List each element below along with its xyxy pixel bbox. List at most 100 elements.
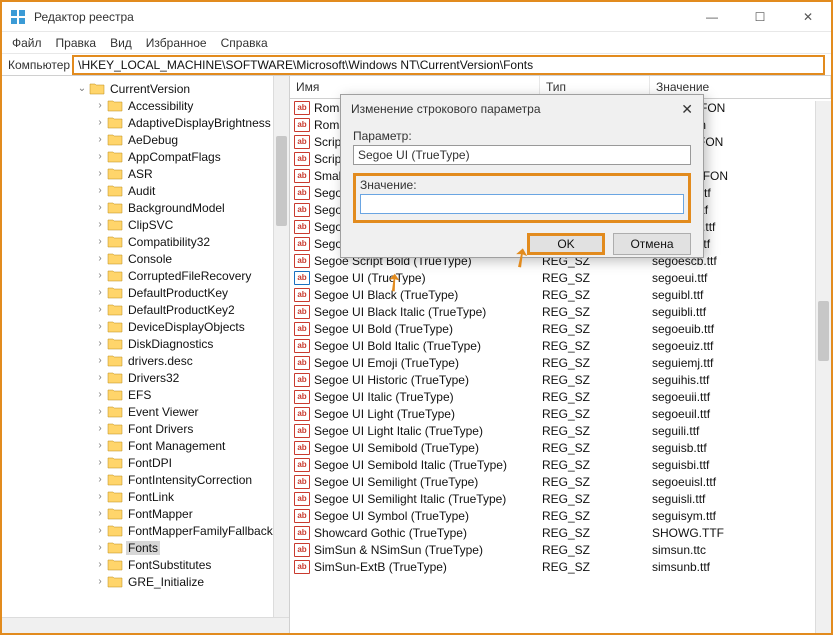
tree-item[interactable]: ›DefaultProductKey xyxy=(2,284,289,301)
tree-item[interactable]: ›AdaptiveDisplayBrightness xyxy=(2,114,289,131)
expand-icon[interactable]: › xyxy=(94,525,106,536)
expand-icon[interactable]: › xyxy=(94,559,106,570)
list-row[interactable]: abSegoe UI Emoji (TrueType)REG_SZseguiem… xyxy=(290,354,831,371)
tree-item[interactable]: ›Accessibility xyxy=(2,97,289,114)
list-row[interactable]: abShowcard Gothic (TrueType)REG_SZSHOWG.… xyxy=(290,524,831,541)
list-row[interactable]: abSegoe UI Light Italic (TrueType)REG_SZ… xyxy=(290,422,831,439)
list-row[interactable]: abSegoe UI Symbol (TrueType)REG_SZseguis… xyxy=(290,507,831,524)
expand-icon[interactable]: › xyxy=(94,219,106,230)
list-row[interactable]: abSegoe UI Bold Italic (TrueType)REG_SZs… xyxy=(290,337,831,354)
tree-item[interactable]: ›Font Drivers xyxy=(2,420,289,437)
list-row[interactable]: abSegoe UI Historic (TrueType)REG_SZsegu… xyxy=(290,371,831,388)
expand-icon[interactable]: › xyxy=(94,287,106,298)
expand-icon[interactable]: › xyxy=(94,372,106,383)
expand-icon[interactable]: › xyxy=(94,576,106,587)
tree-item[interactable]: ›Font Management xyxy=(2,437,289,454)
list-row[interactable]: abSegoe UI Italic (TrueType)REG_SZsegoeu… xyxy=(290,388,831,405)
row-name: Segoe UI (TrueType) xyxy=(314,271,542,285)
tree-item[interactable]: ›DiskDiagnostics xyxy=(2,335,289,352)
expand-icon[interactable]: › xyxy=(94,168,106,179)
cancel-button[interactable]: Отмена xyxy=(613,233,691,255)
tree-item[interactable]: ›FontIntensityCorrection xyxy=(2,471,289,488)
close-button[interactable]: ✕ xyxy=(793,10,823,24)
list-row[interactable]: abSegoe UI Black (TrueType)REG_SZseguibl… xyxy=(290,286,831,303)
tree-item[interactable]: ›Fonts xyxy=(2,539,289,556)
expand-icon[interactable]: › xyxy=(94,389,106,400)
tree-item[interactable]: ›Event Viewer xyxy=(2,403,289,420)
tree-item[interactable]: ›DefaultProductKey2 xyxy=(2,301,289,318)
tree-item[interactable]: ›FontLink xyxy=(2,488,289,505)
list-row[interactable]: abSegoe UI Light (TrueType)REG_SZsegoeui… xyxy=(290,405,831,422)
tree-item[interactable]: ›Compatibility32 xyxy=(2,233,289,250)
expand-icon[interactable]: › xyxy=(94,355,106,366)
tree-item[interactable]: ›Drivers32 xyxy=(2,369,289,386)
list-row[interactable]: abSegoe UI Semibold (TrueType)REG_SZsegu… xyxy=(290,439,831,456)
expand-icon[interactable]: › xyxy=(94,457,106,468)
list-row[interactable]: abSimSun & NSimSun (TrueType)REG_SZsimsu… xyxy=(290,541,831,558)
expand-icon[interactable]: › xyxy=(94,100,106,111)
folder-icon xyxy=(107,354,123,367)
minimize-button[interactable]: — xyxy=(697,10,727,24)
expand-icon[interactable]: › xyxy=(94,270,106,281)
row-type: REG_SZ xyxy=(542,441,652,455)
param-name-field[interactable]: Segoe UI (TrueType) xyxy=(353,145,691,165)
dialog-close-button[interactable]: ✕ xyxy=(681,101,693,118)
tree-item[interactable]: ›CorruptedFileRecovery xyxy=(2,267,289,284)
list-row[interactable]: abSegoe UI (TrueType)REG_SZsegoeui.ttf xyxy=(290,269,831,286)
tree-item[interactable]: ›Audit xyxy=(2,182,289,199)
tree-item[interactable]: ›FontMapperFamilyFallback xyxy=(2,522,289,539)
expand-icon[interactable]: › xyxy=(94,440,106,451)
tree-panel[interactable]: ⌄ CurrentVersion ›Accessibility›Adaptive… xyxy=(2,76,290,633)
ok-button[interactable]: OK xyxy=(527,233,605,255)
list-row[interactable]: abSegoe UI Semibold Italic (TrueType)REG… xyxy=(290,456,831,473)
expand-icon[interactable]: › xyxy=(94,236,106,247)
expand-icon[interactable]: › xyxy=(94,542,106,553)
menu-file[interactable]: Файл xyxy=(12,36,42,50)
expand-icon[interactable]: › xyxy=(94,321,106,332)
list-row[interactable]: abSegoe UI Bold (TrueType)REG_SZsegoeuib… xyxy=(290,320,831,337)
expand-icon[interactable]: › xyxy=(94,508,106,519)
expand-icon[interactable]: › xyxy=(94,423,106,434)
list-row[interactable]: abSimSun-ExtB (TrueType)REG_SZsimsunb.tt… xyxy=(290,558,831,575)
tree-item[interactable]: ›AeDebug xyxy=(2,131,289,148)
expand-icon[interactable]: › xyxy=(94,185,106,196)
value-input[interactable] xyxy=(360,194,684,214)
tree-item[interactable]: ›DeviceDisplayObjects xyxy=(2,318,289,335)
expand-icon[interactable]: › xyxy=(94,134,106,145)
expand-icon[interactable]: › xyxy=(94,406,106,417)
tree-item[interactable]: ›ASR xyxy=(2,165,289,182)
tree-root[interactable]: CurrentVersion xyxy=(108,82,192,96)
menu-edit[interactable]: Правка xyxy=(56,36,97,50)
menu-favorites[interactable]: Избранное xyxy=(146,36,207,50)
expand-icon[interactable]: › xyxy=(94,491,106,502)
tree-item-label: Console xyxy=(126,252,174,266)
expand-icon[interactable]: › xyxy=(94,304,106,315)
tree-item[interactable]: ›FontMapper xyxy=(2,505,289,522)
expand-icon[interactable]: › xyxy=(94,253,106,264)
list-scrollbar[interactable] xyxy=(815,101,831,633)
expand-icon[interactable]: › xyxy=(94,202,106,213)
expand-icon[interactable]: › xyxy=(94,474,106,485)
tree-hscrollbar[interactable] xyxy=(2,617,289,633)
menu-help[interactable]: Справка xyxy=(221,36,268,50)
expand-icon[interactable]: › xyxy=(94,117,106,128)
tree-item[interactable]: › Console xyxy=(2,250,289,267)
list-row[interactable]: abSegoe UI Semilight (TrueType)REG_SZseg… xyxy=(290,473,831,490)
collapse-icon[interactable]: ⌄ xyxy=(76,83,88,94)
tree-item[interactable]: ›FontDPI xyxy=(2,454,289,471)
list-row[interactable]: abSegoe UI Black Italic (TrueType)REG_SZ… xyxy=(290,303,831,320)
tree-item[interactable]: ›FontSubstitutes xyxy=(2,556,289,573)
tree-item[interactable]: ›BackgroundModel xyxy=(2,199,289,216)
tree-item[interactable]: ›ClipSVC xyxy=(2,216,289,233)
expand-icon[interactable]: › xyxy=(94,338,106,349)
menu-view[interactable]: Вид xyxy=(110,36,132,50)
tree-item[interactable]: ›AppCompatFlags xyxy=(2,148,289,165)
tree-scrollbar[interactable] xyxy=(273,76,289,633)
tree-item[interactable]: ›drivers.desc xyxy=(2,352,289,369)
maximize-button[interactable]: ☐ xyxy=(745,10,775,24)
path-input[interactable]: \HKEY_LOCAL_MACHINE\SOFTWARE\Microsoft\W… xyxy=(72,55,825,75)
tree-item[interactable]: ›EFS xyxy=(2,386,289,403)
list-row[interactable]: abSegoe UI Semilight Italic (TrueType)RE… xyxy=(290,490,831,507)
expand-icon[interactable]: › xyxy=(94,151,106,162)
tree-item[interactable]: ›GRE_Initialize xyxy=(2,573,289,590)
